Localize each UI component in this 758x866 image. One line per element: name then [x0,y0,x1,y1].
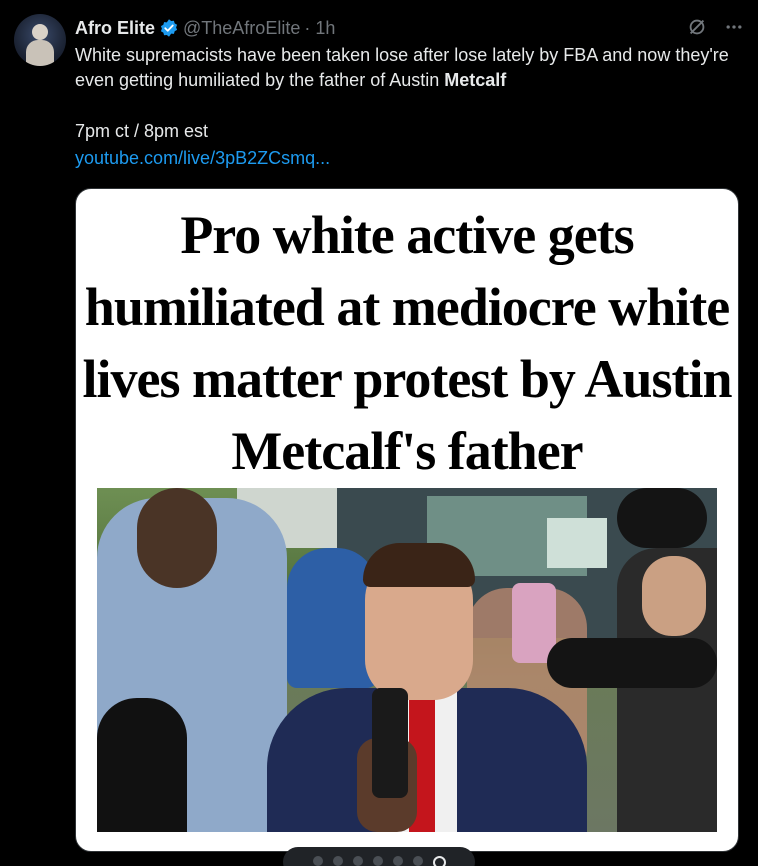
tweet-time[interactable]: · 1h [304,18,335,39]
grok-icon[interactable] [686,16,708,38]
more-icon[interactable] [724,17,744,37]
media-pager[interactable] [283,847,475,866]
tweet-actions-top [686,16,744,38]
photo-person-left-head [137,488,217,588]
pager-dot[interactable] [332,856,343,866]
tweet-text-main: White supremacists have been taken lose … [75,45,729,90]
photo-mic-left [97,698,187,832]
photo-bus-sign [547,518,607,568]
pager-dot-active[interactable] [432,856,446,866]
tweet-link[interactable]: youtube.com/live/3pB2ZCsmq... [75,148,330,169]
avatar-figure-head [32,24,48,40]
photo-person-right-face [642,556,706,636]
author-name[interactable]: Afro Elite [75,18,155,39]
pager-dot[interactable] [312,856,323,866]
avatar-figure-body [26,40,54,66]
pager-dot[interactable] [372,856,383,866]
photo-mic-right [547,638,717,688]
verified-badge-icon [160,19,178,37]
photo-camera [617,488,707,548]
pager-dot[interactable] [412,856,423,866]
tweet-text: White supremacists have been taken lose … [75,43,740,93]
pager-dot[interactable] [392,856,403,866]
tweet[interactable]: Afro Elite @TheAfroElite · 1h White supr… [0,0,758,866]
avatar[interactable] [14,14,66,66]
pager-dot[interactable] [352,856,363,866]
card-headline: Pro white active gets humiliated at medi… [82,205,733,481]
tweet-schedule: 7pm ct / 8pm est [75,121,209,141]
media-card[interactable]: Pro white active gets humiliated at medi… [75,188,739,852]
news-photo [97,488,717,832]
author-handle[interactable]: @TheAfroElite [183,18,300,39]
tweet-header: Afro Elite @TheAfroElite · 1h [75,16,744,40]
tweet-text-bold: Metcalf [444,70,507,90]
photo-recorder [372,688,408,798]
photo-center-hair [363,543,475,587]
